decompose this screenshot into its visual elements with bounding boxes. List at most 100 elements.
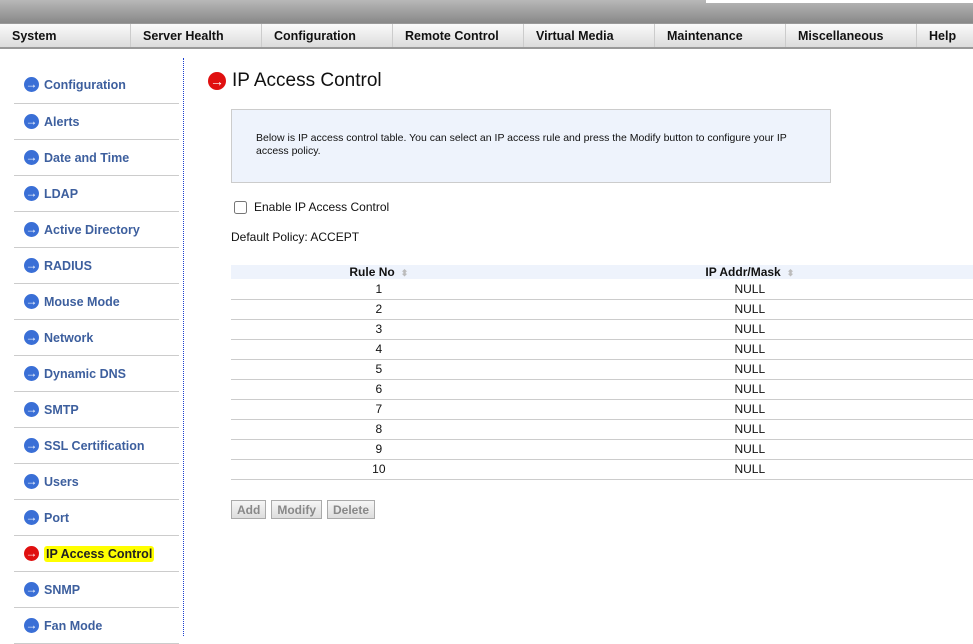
ip-addr-mask-cell: NULL (526, 279, 973, 300)
info-box: Below is IP access control table. You ca… (231, 109, 831, 183)
ip-addr-mask-cell: NULL (526, 319, 973, 340)
sidebar-item-mouse-mode[interactable]: → Mouse Mode (14, 284, 179, 320)
sidebar-item-radius[interactable]: → RADIUS (14, 248, 179, 284)
arrow-right-icon: → (24, 222, 39, 237)
rule-no-cell: 6 (231, 379, 527, 400)
sidebar-item-configuration[interactable]: → Configuration (14, 66, 179, 104)
rule-no-cell: 10 (231, 459, 527, 480)
ip-addr-mask-cell: NULL (526, 339, 973, 360)
ip-addr-mask-cell: NULL (526, 439, 973, 460)
sidebar-item-label: LDAP (44, 186, 79, 201)
table-row[interactable]: 3 NULL (231, 319, 973, 340)
table-row[interactable]: 4 NULL (231, 339, 973, 360)
sidebar-item-active-directory[interactable]: → Active Directory (14, 212, 179, 248)
main-nav: System Server Health Configuration Remote C… (0, 23, 973, 49)
table-row[interactable]: 6 NULL (231, 379, 973, 400)
arrow-right-icon: → (24, 77, 39, 92)
sidebar-item-label: SMTP (44, 402, 79, 417)
rule-no-cell: 7 (231, 399, 527, 420)
sidebar-item-label: Mouse Mode (44, 294, 120, 309)
arrow-right-icon: → (24, 330, 39, 345)
arrow-right-icon: → (24, 366, 39, 381)
sidebar-item-label: Users (44, 474, 79, 489)
rule-no-cell: 4 (231, 339, 527, 360)
arrow-right-icon: → (24, 294, 39, 309)
sidebar-item-port[interactable]: → Port (14, 500, 179, 536)
sidebar-item-date-and-time[interactable]: → Date and Time (14, 140, 179, 176)
ip-addr-mask-cell: NULL (526, 419, 973, 440)
table-row[interactable]: 10 NULL (231, 459, 973, 480)
arrow-right-icon: → (24, 258, 39, 273)
arrow-right-icon: → (24, 186, 39, 201)
nav-item-maintenance[interactable]: Maintenance (655, 24, 786, 47)
arrow-right-icon: → (24, 150, 39, 165)
arrow-right-icon: → (24, 618, 39, 633)
rule-no-cell: 1 (231, 279, 527, 300)
rule-no-cell: 8 (231, 419, 527, 440)
sidebar-item-dynamic-dns[interactable]: → Dynamic DNS (14, 356, 179, 392)
sidebar-item-label: Date and Time (44, 150, 130, 165)
sidebar-item-snmp[interactable]: → SNMP (14, 572, 179, 608)
sidebar-item-fan-mode[interactable]: → Fan Mode (14, 608, 179, 644)
sidebar-item-label: RADIUS (44, 258, 92, 273)
column-header-ip-addr-mask[interactable]: IP Addr/Mask ⬍ (526, 265, 973, 279)
table-row[interactable]: 9 NULL (231, 439, 973, 460)
header-label: Rule No (349, 265, 395, 279)
sidebar-item-label: Network (44, 330, 94, 345)
ip-addr-mask-cell: NULL (526, 299, 973, 320)
enable-ip-access-control[interactable]: Enable IP Access Control (234, 200, 389, 214)
table-row[interactable]: 8 NULL (231, 419, 973, 440)
sidebar-item-label: Alerts (44, 114, 80, 129)
arrow-right-icon: → (24, 510, 39, 525)
header-label: IP Addr/Mask (705, 265, 781, 279)
sidebar-item-network[interactable]: → Network (14, 320, 179, 356)
nav-item-miscellaneous[interactable]: Miscellaneous (786, 24, 917, 47)
arrow-right-icon: → (24, 438, 39, 453)
arrow-right-icon: → (24, 402, 39, 417)
sidebar-item-ip-access-control[interactable]: → IP Access Control (14, 536, 179, 572)
nav-item-system[interactable]: System (0, 24, 131, 47)
sidebar-item-users[interactable]: → Users (14, 464, 179, 500)
sidebar-item-alerts[interactable]: → Alerts (14, 104, 179, 140)
sort-icon: ⬍ (786, 268, 795, 278)
ip-addr-mask-cell: NULL (526, 399, 973, 420)
sidebar-item-smtp[interactable]: → SMTP (14, 392, 179, 428)
arrow-right-icon: → (24, 546, 39, 561)
nav-item-server-health[interactable]: Server Health (131, 24, 262, 47)
arrow-right-icon: → (24, 582, 39, 597)
arrow-right-icon: → (24, 114, 39, 129)
top-strip (706, 0, 973, 3)
arrow-right-icon: → (24, 474, 39, 489)
sidebar-item-label: Configuration (44, 77, 126, 92)
table-row[interactable]: 2 NULL (231, 299, 973, 320)
sidebar-item-label: IP Access Control (44, 545, 155, 562)
table-row[interactable]: 5 NULL (231, 359, 973, 380)
nav-item-configuration[interactable]: Configuration (262, 24, 393, 47)
page-header: → IP Access Control (208, 70, 382, 92)
nav-item-help[interactable]: Help (917, 24, 973, 47)
sidebar-divider (183, 58, 184, 636)
sidebar-item-label: Fan Mode (44, 618, 103, 633)
enable-checkbox[interactable] (234, 200, 247, 214)
sidebar-item-label: SNMP (44, 582, 81, 597)
sidebar-item-ssl-certification[interactable]: → SSL Certification (14, 428, 179, 464)
rule-no-cell: 3 (231, 319, 527, 340)
table-row[interactable]: 7 NULL (231, 399, 973, 420)
sidebar-item-label: Dynamic DNS (44, 366, 126, 381)
sidebar-item-label: SSL Certification (44, 438, 145, 453)
add-button[interactable]: Add (231, 500, 267, 519)
sidebar-item-ldap[interactable]: → LDAP (14, 176, 179, 212)
nav-item-remote-control[interactable]: Remote Control (393, 24, 524, 47)
rule-no-cell: 9 (231, 439, 527, 460)
modify-button[interactable]: Modify (271, 500, 322, 519)
ip-access-table: Rule No ⬍ IP Addr/Mask ⬍ 1 NULL 2 NULL 3 NULL 4 N… (231, 265, 973, 480)
default-policy: Default Policy: ACCEPT (231, 230, 360, 244)
column-header-rule-no[interactable]: Rule No ⬍ (231, 265, 527, 279)
nav-item-virtual-media[interactable]: Virtual Media (524, 24, 655, 47)
table-row[interactable]: 1 NULL (231, 279, 973, 300)
ip-addr-mask-cell: NULL (526, 359, 973, 380)
ip-addr-mask-cell: NULL (526, 459, 973, 480)
delete-button[interactable]: Delete (327, 500, 376, 519)
sidebar-item-label: Port (44, 510, 69, 525)
window-top-bar (0, 0, 973, 23)
